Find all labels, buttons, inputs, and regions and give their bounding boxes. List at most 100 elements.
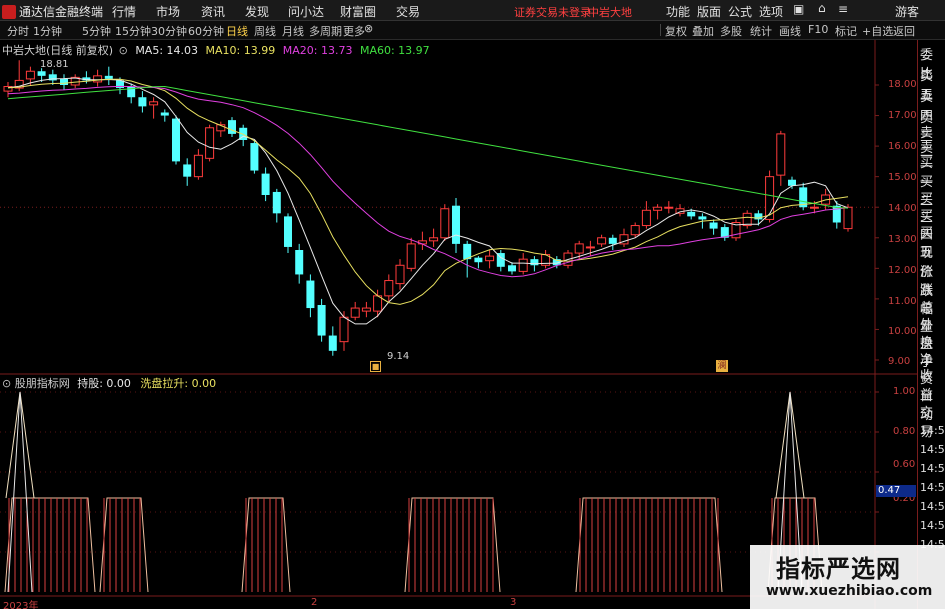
- candle-up: [384, 280, 394, 297]
- period-30min[interactable]: 30分钟: [151, 23, 187, 39]
- toolbar-divider: [660, 24, 661, 36]
- candle-up: [597, 237, 607, 245]
- candle-up: [339, 316, 349, 343]
- legend-ma20: MA20: 13.73: [282, 44, 353, 57]
- candle-up: [742, 212, 752, 227]
- watermark-title: 指标严选网: [776, 555, 901, 583]
- event-mark-badge[interactable]: 澜: [716, 360, 728, 372]
- candle-down: [250, 143, 259, 171]
- menu-wenxiaoda[interactable]: 问小达: [288, 3, 324, 20]
- tool-drawing[interactable]: 画线: [779, 23, 801, 39]
- gift-icon[interactable]: ▣: [793, 2, 804, 16]
- menu-formula[interactable]: 公式: [728, 3, 752, 20]
- price-axis-label: 11.00: [888, 296, 917, 307]
- candle-down: [788, 179, 796, 186]
- candle-up: [585, 246, 595, 249]
- period-15min[interactable]: 15分钟: [115, 23, 151, 39]
- menu-options[interactable]: 选项: [759, 3, 783, 20]
- menu-discover[interactable]: 发现: [245, 3, 269, 20]
- period-more[interactable]: 更多: [343, 23, 365, 39]
- date-label: 3: [510, 597, 517, 608]
- candle-up: [641, 209, 651, 227]
- candle-up: [429, 237, 439, 242]
- indicator-spike: [7, 391, 33, 593]
- event-marker-icon[interactable]: ■: [370, 361, 381, 372]
- candle-up: [373, 295, 383, 312]
- candle-up: [149, 101, 159, 106]
- watermark-url: www.xuezhibiao.com: [766, 583, 933, 599]
- tool-statistics[interactable]: 统计: [750, 23, 772, 39]
- candle-up: [440, 208, 450, 239]
- candle-up: [193, 154, 203, 178]
- candle-down: [228, 120, 236, 134]
- tool-mark[interactable]: 标记: [835, 23, 857, 39]
- candle-down: [284, 216, 292, 247]
- tool-fq[interactable]: 复权: [665, 23, 687, 39]
- indicator-spike: [775, 391, 805, 499]
- tool-multi-stock[interactable]: 多股: [720, 23, 742, 39]
- candle-down: [530, 259, 539, 266]
- candle-down: [698, 216, 707, 220]
- tick-time: 14:56: [920, 443, 945, 456]
- low-price-label: 9.14: [387, 351, 410, 362]
- price-axis-label: 10.00: [888, 326, 917, 337]
- candle-down: [709, 222, 718, 229]
- candle-up: [776, 133, 786, 176]
- chart-frame: [0, 40, 917, 609]
- period-1min[interactable]: 1分钟: [33, 23, 62, 39]
- ma5-line: [7, 77, 849, 325]
- indicator-wash: 洗盘拉升: 0.00: [140, 377, 217, 390]
- bell-icon[interactable]: ⌂: [818, 1, 826, 15]
- menu-icon[interactable]: ≡: [838, 2, 848, 16]
- current-stock-name: 中岩大地: [588, 6, 632, 19]
- menu-trade[interactable]: 交易: [396, 3, 420, 20]
- app-logo-icon: [2, 4, 16, 19]
- candle-down: [183, 164, 192, 177]
- login-status[interactable]: 证券交易未登录: [514, 4, 591, 20]
- tick-time: 14:56: [920, 519, 945, 532]
- period-monthly[interactable]: 月线: [282, 23, 304, 39]
- candle-down: [272, 191, 281, 214]
- menu-wealth-circle[interactable]: 财富圈: [340, 3, 376, 20]
- menu-quotes[interactable]: 行情: [112, 3, 136, 20]
- close-icon[interactable]: ⊗: [364, 22, 373, 35]
- period-5min[interactable]: 5分钟: [82, 23, 111, 39]
- period-60min[interactable]: 60分钟: [188, 23, 224, 39]
- date-label: 2: [311, 597, 318, 608]
- tool-f10[interactable]: F10: [808, 23, 828, 36]
- tick-time: 14:56: [920, 462, 945, 475]
- candle-up: [395, 264, 405, 285]
- candle-down: [104, 75, 113, 79]
- tool-overlay[interactable]: 叠加: [692, 23, 714, 39]
- period-daily[interactable]: 日线: [226, 23, 248, 39]
- candle-up: [653, 206, 663, 211]
- menu-layout[interactable]: 版面: [697, 3, 721, 20]
- period-weekly[interactable]: 周线: [254, 23, 276, 39]
- ma20-line: [7, 85, 849, 278]
- ma60-line: [7, 85, 849, 209]
- kline-chart[interactable]: [0, 40, 917, 609]
- menu-market[interactable]: 市场: [156, 3, 180, 20]
- price-axis-label: 14.00: [888, 203, 917, 214]
- candle-down: [508, 265, 516, 272]
- candle-up: [205, 127, 215, 159]
- period-timeshare[interactable]: 分时: [7, 23, 29, 39]
- indicator-settings-icon[interactable]: ⊙: [2, 377, 11, 390]
- price-axis-label: 12.00: [888, 265, 917, 276]
- tool-add-watchlist[interactable]: +自选: [862, 23, 893, 39]
- menu-news[interactable]: 资讯: [201, 3, 225, 20]
- tick-time: 14:56: [920, 424, 945, 437]
- price-axis-label: 18.00: [888, 79, 917, 90]
- period-multi[interactable]: 多周期: [309, 23, 342, 39]
- indicator-legend: ⊙ 股朋指标网 持股: 0.00 洗盘拉升: 0.00: [2, 375, 216, 391]
- candle-down: [474, 257, 483, 263]
- tool-back[interactable]: 返回: [893, 23, 915, 39]
- legend-settings-icon[interactable]: ⊙: [119, 44, 128, 57]
- candle-up: [350, 307, 360, 318]
- indicator-hold: 持股: 0.00: [77, 377, 131, 390]
- menu-functions[interactable]: 功能: [666, 3, 690, 20]
- candle-down: [452, 205, 460, 244]
- candle-up: [574, 243, 584, 254]
- user-guest[interactable]: 游客: [895, 3, 919, 20]
- indicator-name: 股朋指标网: [14, 377, 70, 390]
